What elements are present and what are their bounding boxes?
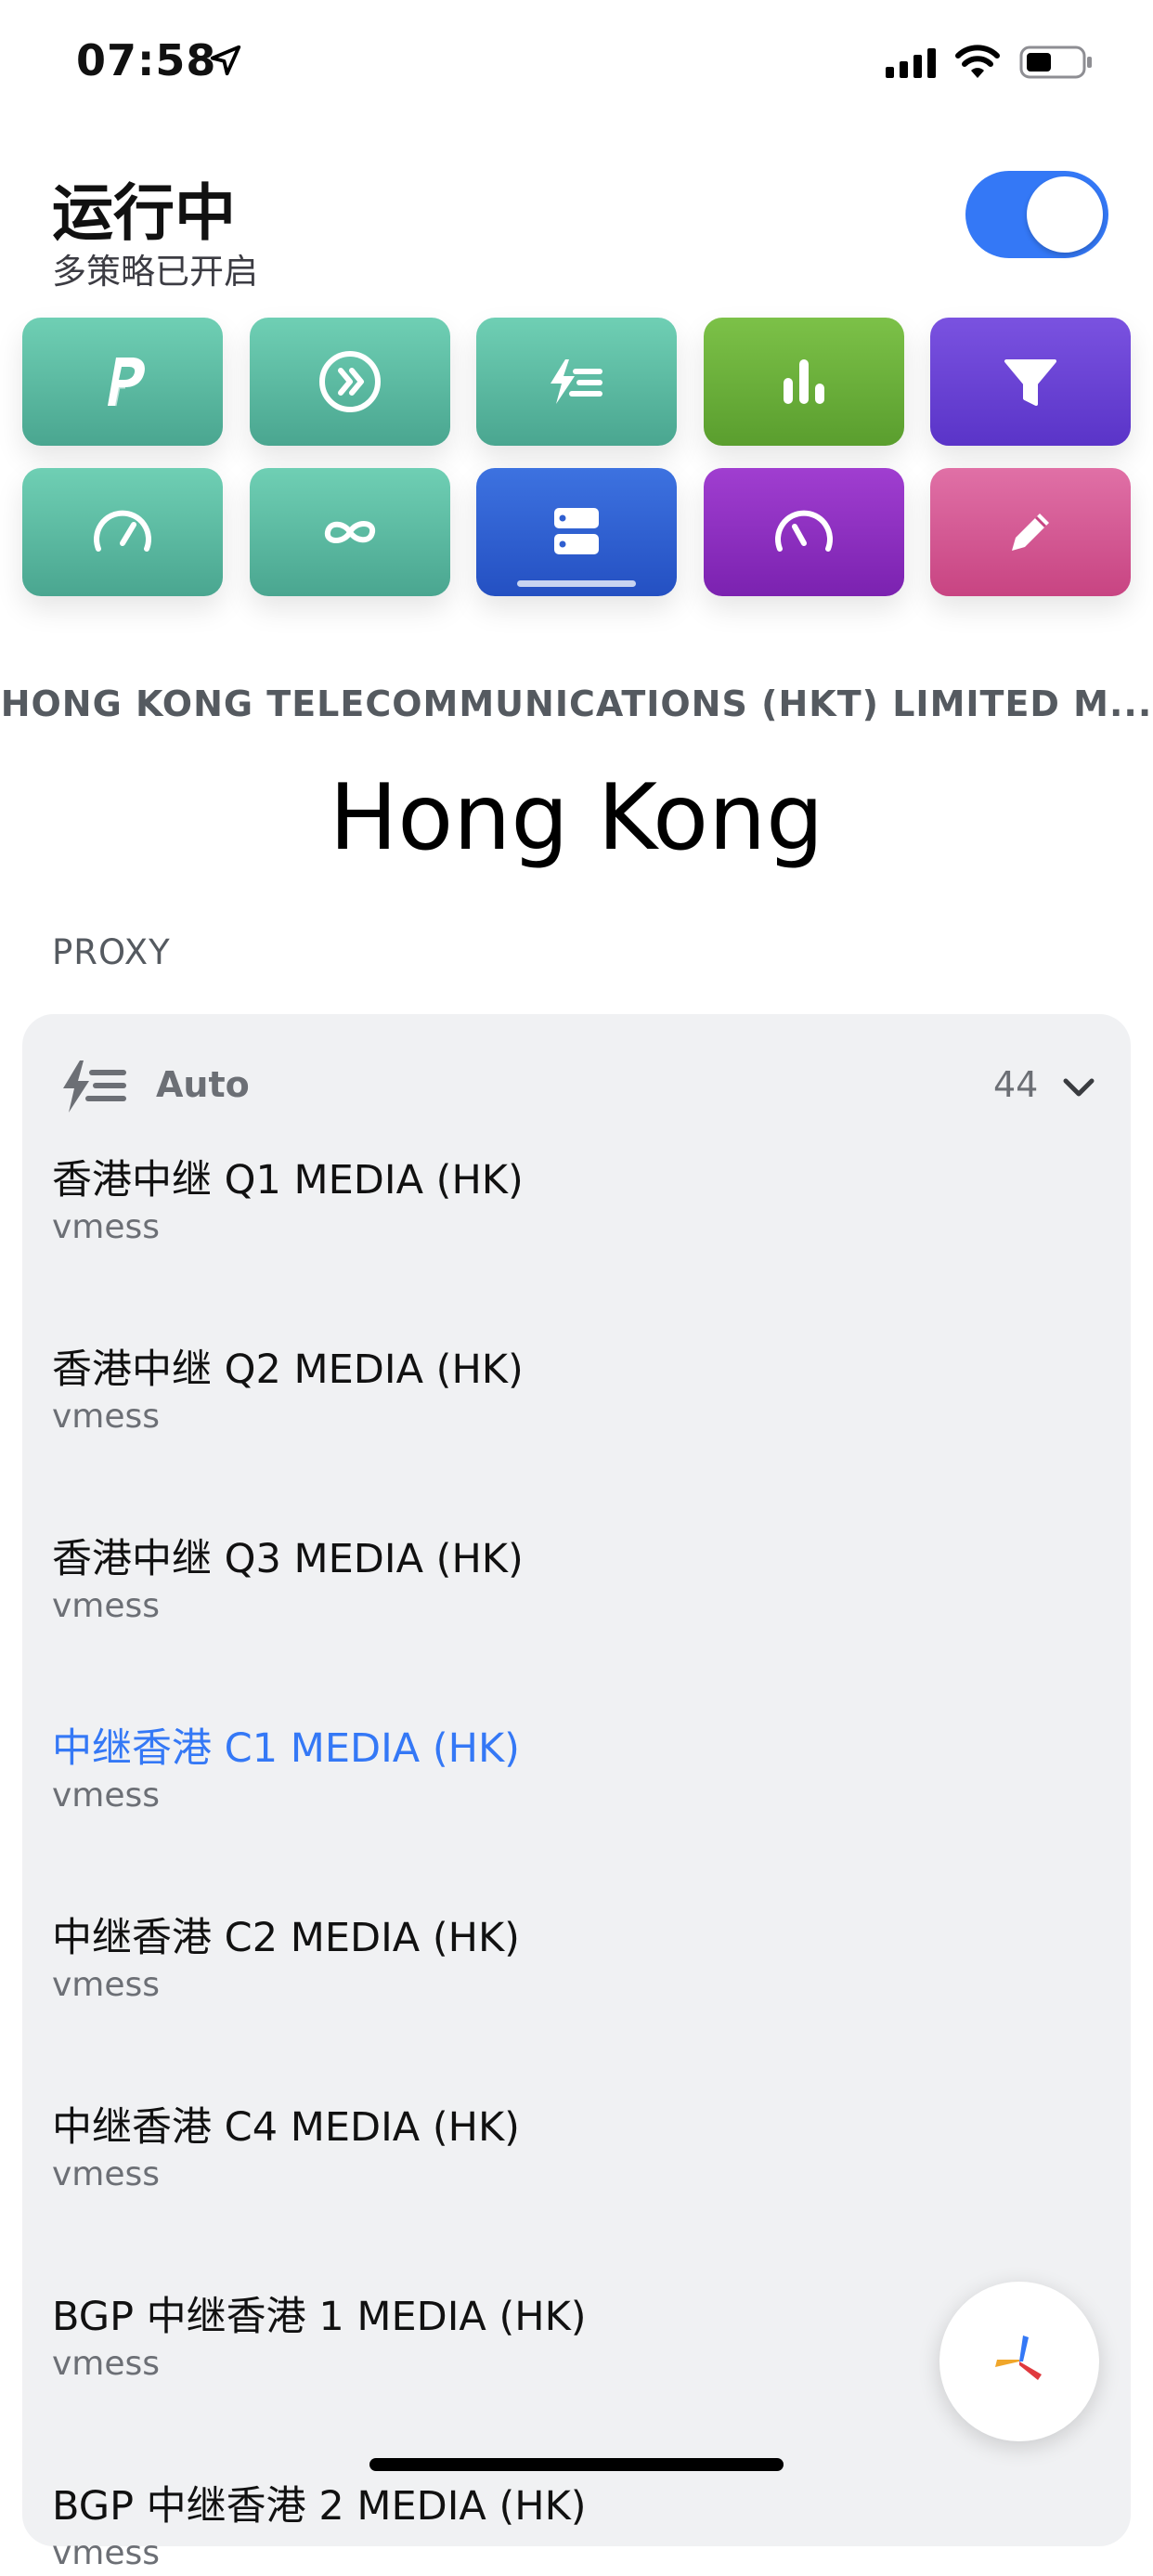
proxy-name: BGP 中继香港 2 MEDIA (HK) (52, 2483, 587, 2530)
bar-chart-icon (784, 359, 824, 404)
filter-icon (1004, 359, 1056, 406)
proxy-type: vmess (52, 2534, 161, 2572)
proxy-item-selected[interactable]: 中继香港 C1 MEDIA (HK) vmess (52, 1724, 1073, 1818)
isp-name: HONG KONG TELECOMMUNICATIONS (HKT) LIMIT… (0, 683, 1153, 724)
proxy-type: vmess (52, 1587, 161, 1625)
chevron-down-icon[interactable] (1060, 1073, 1097, 1101)
proxy-name: 香港中继 Q1 MEDIA (HK) (52, 1157, 524, 1203)
proxy-item[interactable]: 香港中继 Q3 MEDIA (HK) vmess (52, 1534, 1073, 1629)
proxy-name: 中继香港 C4 MEDIA (HK) (52, 2104, 520, 2151)
master-toggle[interactable] (965, 171, 1108, 258)
server-tile[interactable] (476, 468, 677, 596)
pencil-icon (1012, 514, 1049, 551)
home-indicator (369, 2458, 784, 2471)
active-tile-indicator (517, 580, 636, 587)
proxy-type: vmess (52, 1208, 161, 1246)
page-subtitle: 多策略已开启 (52, 252, 258, 292)
proxy-item[interactable]: BGP 中继香港 1 MEDIA (HK) vmess (52, 2292, 1073, 2387)
server-icon (554, 508, 599, 554)
pinwheel-icon (995, 2335, 1042, 2380)
proxy-item[interactable]: 中继香港 C4 MEDIA (HK) vmess (52, 2102, 1073, 2197)
proxy-group-count: 44 (993, 1064, 1039, 1105)
proxy-name: 中继香港 C1 MEDIA (HK) (52, 1725, 520, 1772)
proxy-type: vmess (52, 1776, 161, 1815)
proxy-name: 香港中继 Q3 MEDIA (HK) (52, 1536, 524, 1582)
page-title: 运行中 (52, 177, 236, 249)
proxy-type: vmess (52, 2345, 161, 2383)
wifi-icon (955, 45, 1000, 78)
paypal-icon (108, 358, 145, 407)
speedtest-tile[interactable] (22, 468, 223, 596)
proxy-name: BGP 中继香港 1 MEDIA (HK) (52, 2294, 587, 2340)
statistics-tile[interactable] (704, 318, 904, 446)
proxy-name: 香港中继 Q2 MEDIA (HK) (52, 1347, 524, 1393)
cellular-signal-icon (886, 48, 936, 78)
status-time: 07:58 (76, 35, 217, 85)
auto-bolt-icon (63, 1060, 126, 1112)
battery-icon (1019, 46, 1092, 79)
paypal-tile[interactable] (22, 318, 223, 446)
toggle-knob (1027, 176, 1103, 253)
auto-select-tile[interactable] (476, 318, 677, 446)
gauge-tile[interactable] (704, 468, 904, 596)
loop-tile[interactable] (250, 468, 450, 596)
proxy-item[interactable]: 中继香港 C2 MEDIA (HK) vmess (52, 1913, 1073, 2008)
proxy-section-label: PROXY (52, 932, 171, 972)
proxy-item[interactable]: BGP 中继香港 2 MEDIA (HK) vmess (52, 2481, 1073, 2576)
status-bar: 07:58 (0, 0, 1153, 121)
edit-tile[interactable] (930, 468, 1131, 596)
auto-bolt-icon (551, 359, 602, 404)
proxy-type: vmess (52, 1398, 161, 1436)
infinity-icon (324, 521, 376, 543)
proxy-item[interactable]: 香港中继 Q1 MEDIA (HK) vmess (52, 1155, 1073, 1250)
gauge-icon (775, 510, 833, 552)
forward-circle-icon (319, 351, 381, 412)
proxy-item[interactable]: 香港中继 Q2 MEDIA (HK) vmess (52, 1345, 1073, 1439)
forward-tile[interactable] (250, 318, 450, 446)
location-city: Hong Kong (329, 765, 824, 871)
filter-tile[interactable] (930, 318, 1131, 446)
proxy-group-name[interactable]: Auto (156, 1064, 250, 1105)
floating-action-button[interactable] (939, 2282, 1099, 2441)
location-arrow-icon (210, 45, 241, 76)
speedometer-icon (94, 510, 151, 552)
proxy-type: vmess (52, 1966, 161, 2004)
proxy-type: vmess (52, 2155, 161, 2193)
proxy-name: 中继香港 C2 MEDIA (HK) (52, 1915, 520, 1961)
